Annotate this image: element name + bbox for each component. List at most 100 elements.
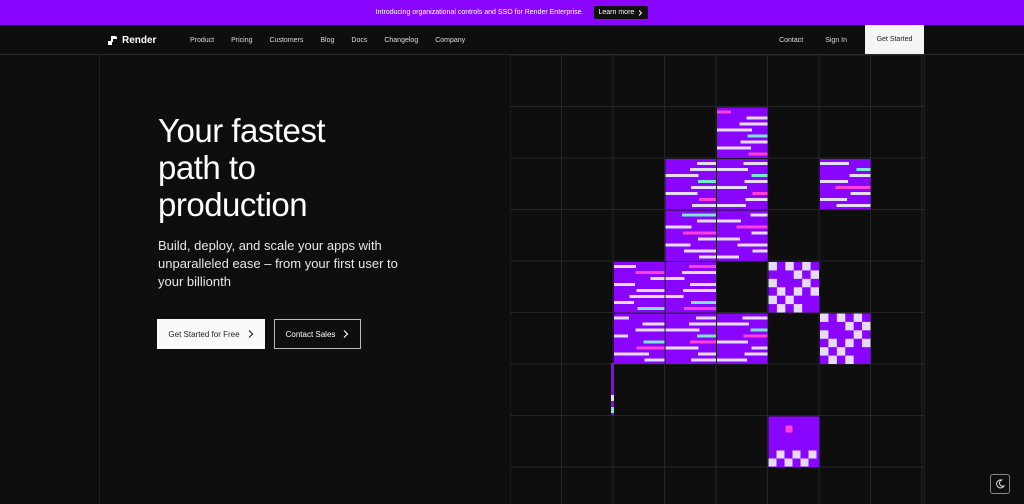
frame-divider-right	[924, 55, 925, 504]
grid-tile	[717, 159, 768, 210]
tile-pixel	[768, 295, 777, 305]
nav-links: Product Pricing Customers Blog Docs Chan…	[190, 25, 482, 55]
tile-stripe	[698, 352, 716, 356]
tile-stripe	[650, 277, 665, 280]
tile-stripe	[635, 328, 665, 332]
get-started-free-label: Get Started for Free	[168, 329, 240, 339]
tile-pixel	[853, 313, 863, 322]
tile-stripe	[752, 192, 768, 195]
tile-pixel	[836, 313, 846, 322]
tile-stripe	[665, 295, 684, 298]
tile-stripe	[665, 174, 699, 177]
tile-stripe	[665, 328, 700, 332]
get-started-free-button[interactable]: Get Started for Free	[157, 319, 265, 349]
tile-stripe	[699, 255, 716, 259]
tile-pixel	[802, 262, 811, 271]
nav-right: Contact Sign In	[757, 25, 847, 55]
grid-strip	[611, 395, 614, 401]
tile-stripe	[690, 168, 716, 171]
tile-stripe	[614, 352, 649, 356]
tile-pixel	[828, 355, 837, 364]
tile-stripe	[665, 346, 699, 350]
tile-pixel	[784, 458, 793, 467]
tile-stripe	[643, 340, 665, 344]
tile-stripe	[684, 249, 716, 253]
tile-stripe	[636, 289, 665, 292]
tile-stripe	[744, 352, 768, 356]
contact-sales-label: Contact Sales	[285, 329, 336, 339]
tile-stripe	[836, 204, 871, 207]
grid-tile	[614, 313, 665, 364]
tile-stripe	[717, 255, 739, 259]
tile-stripe	[642, 322, 665, 326]
hero-title-line: production	[158, 186, 308, 223]
tile-stripe	[744, 180, 768, 183]
tile-stripe	[683, 231, 716, 235]
nav-customers[interactable]: Customers	[270, 37, 304, 44]
tile-pixel	[785, 262, 794, 271]
tile-pixel	[862, 321, 871, 331]
hero-title: Your fastest path to production	[158, 112, 458, 223]
tile-stripe	[717, 219, 741, 223]
tile-stripe	[717, 168, 748, 171]
tile-stripe	[636, 346, 665, 350]
tile-stripe	[682, 213, 716, 217]
tile-pixel	[820, 313, 829, 322]
tile-pixel	[776, 450, 785, 459]
tile-stripe	[751, 231, 768, 235]
grid-tile	[665, 313, 716, 364]
nav-pricing[interactable]: Pricing	[231, 37, 252, 44]
nav-changelog[interactable]: Changelog	[384, 37, 418, 44]
nav-blog[interactable]: Blog	[320, 37, 334, 44]
tile-stripe	[856, 168, 871, 171]
tile-stripe	[684, 307, 716, 310]
grid-strip	[611, 407, 614, 413]
tile-stripe	[743, 162, 768, 165]
tile-stripe	[743, 334, 768, 338]
pixel-grid-graphic	[510, 55, 924, 504]
tile-pixel	[808, 450, 817, 459]
tile-pixel	[793, 270, 803, 279]
tile-stripe	[745, 198, 768, 201]
tile-stripe	[614, 301, 634, 304]
contact-sales-button[interactable]: Contact Sales	[274, 319, 361, 349]
tile-pixel	[810, 270, 819, 279]
tile-stripe	[690, 283, 716, 286]
tile-pixel	[845, 338, 854, 348]
theme-toggle-button[interactable]	[990, 474, 1010, 494]
render-logo[interactable]: Render	[108, 25, 156, 55]
tile-stripe	[717, 340, 748, 344]
tile-stripe	[750, 328, 768, 332]
tile-stripe	[717, 128, 752, 132]
nav-company[interactable]: Company	[435, 37, 465, 44]
tile-stripe	[697, 334, 716, 338]
learn-more-button[interactable]: Learn more	[593, 6, 649, 19]
tile-stripe	[689, 322, 716, 326]
tile-stripe	[717, 146, 751, 150]
chevron-right-icon	[343, 330, 349, 338]
grid-tile	[717, 107, 768, 158]
nav-docs[interactable]: Docs	[351, 37, 367, 44]
tile-pixel	[802, 278, 811, 288]
grid-tile	[614, 262, 665, 313]
nav-sign-in[interactable]: Sign In	[825, 37, 847, 44]
nav-get-started-button[interactable]: Get Started	[865, 25, 924, 54]
tile-stripe	[739, 122, 768, 126]
tile-stripe	[698, 237, 716, 241]
tile-stripe	[614, 265, 636, 268]
nav-product[interactable]: Product	[190, 37, 214, 44]
tile-stripe	[697, 162, 716, 165]
tile-stripe	[737, 243, 768, 247]
tile-stripe	[699, 198, 716, 201]
tile-stripe	[740, 140, 768, 144]
tile-pixel	[820, 347, 829, 356]
tile-pixel	[785, 425, 793, 433]
tile-stripe	[835, 186, 871, 189]
tile-pixel	[793, 304, 803, 313]
tile-stripe	[614, 334, 628, 338]
nav-contact[interactable]: Contact	[779, 37, 803, 44]
tile-stripe	[614, 316, 629, 320]
tile-stripe	[820, 180, 848, 183]
tile-stripe	[748, 152, 768, 156]
hero-title-line: Your fastest	[158, 112, 326, 149]
